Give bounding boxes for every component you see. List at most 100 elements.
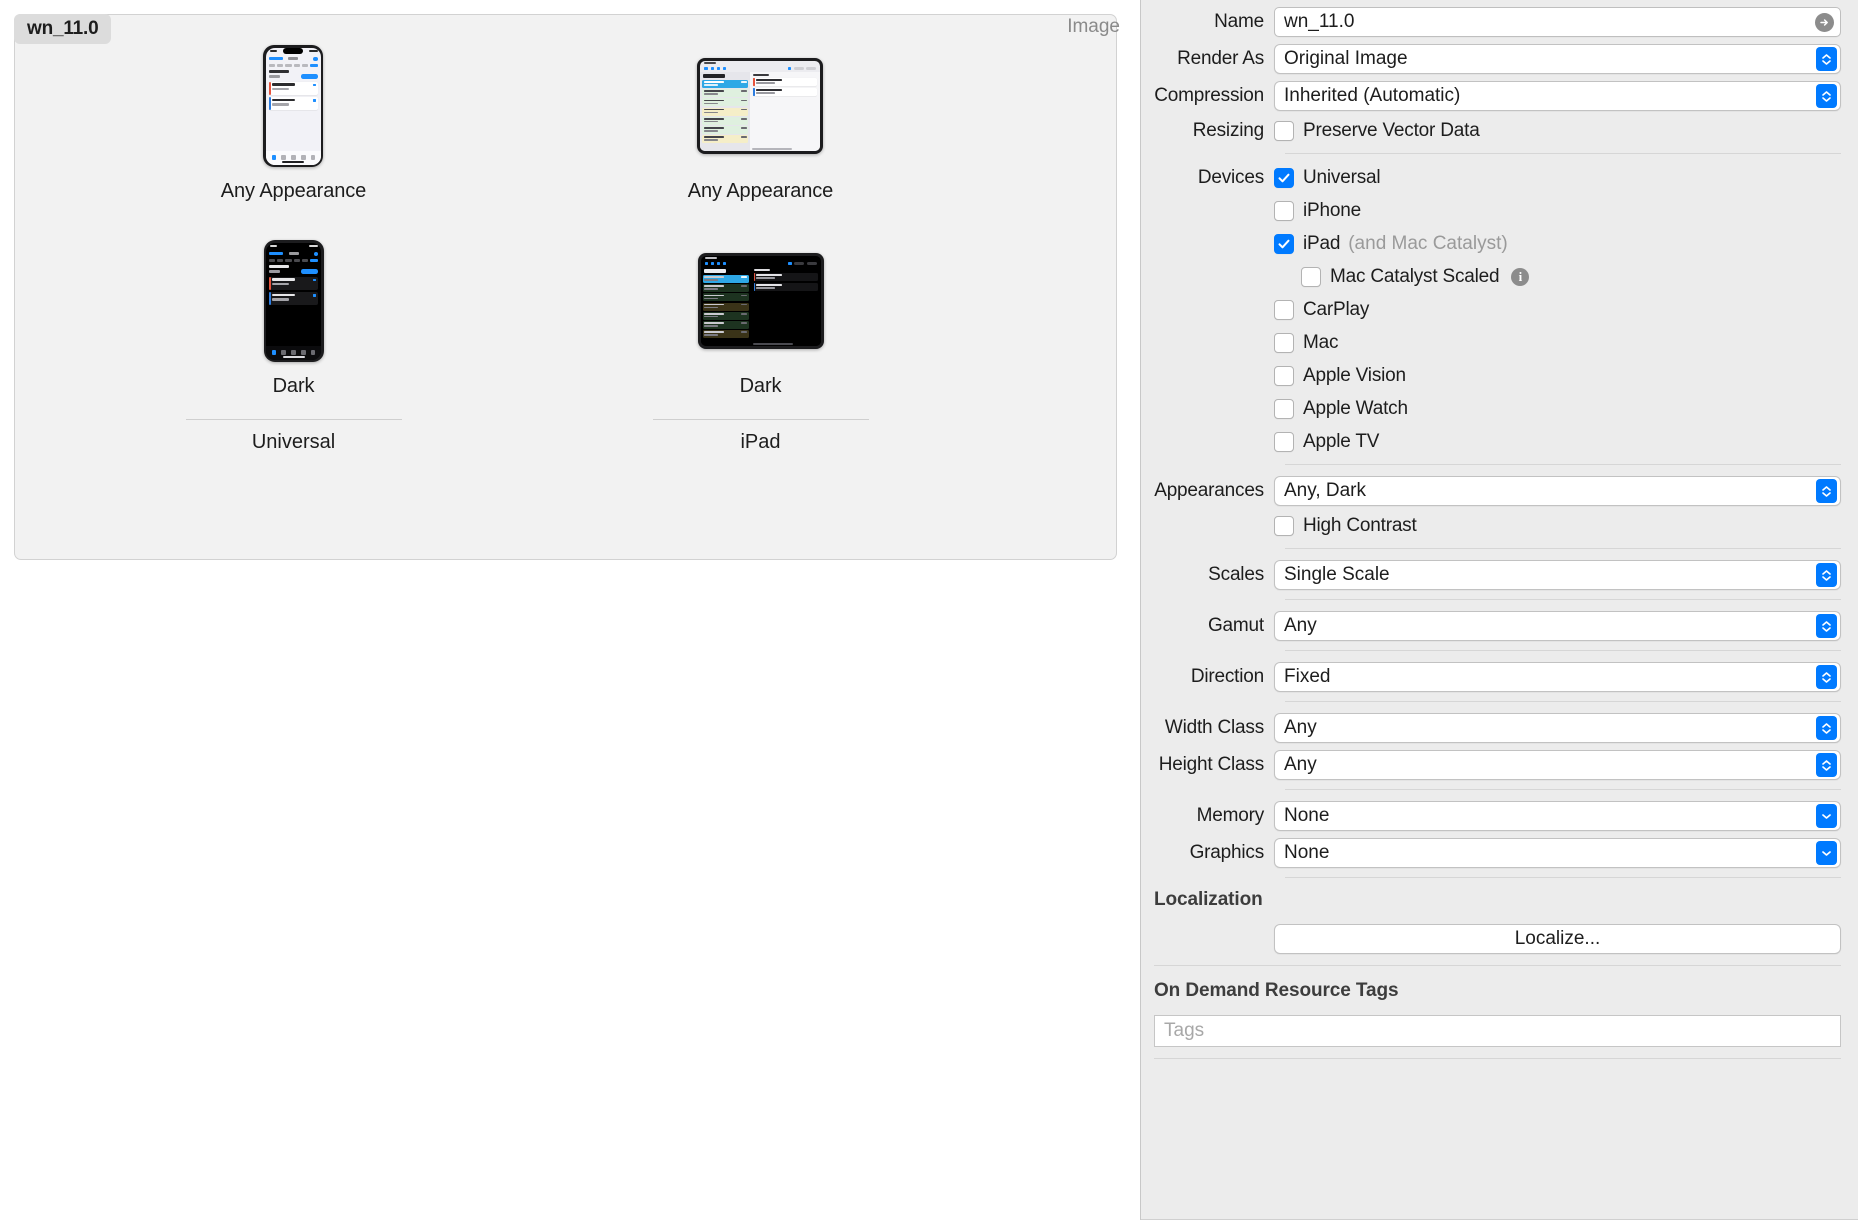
image-slot-ipad-dark[interactable]: Dark [697,241,824,398]
column-name-label: Universal [251,431,336,453]
image-slot-ipad-any[interactable]: Any Appearance [688,46,833,203]
row-resizing: Resizing Preserve Vector Data [1141,118,1858,144]
checkbox-icon[interactable] [1274,300,1294,320]
section-divider [1285,877,1841,878]
chevron-updown-icon[interactable] [1816,47,1837,71]
localize-button[interactable]: Localize... [1274,924,1841,954]
checkbox-icon[interactable] [1274,432,1294,452]
section-divider [1285,789,1841,790]
column-divider [652,419,869,420]
row-device-apple-vision: Apple Vision [1141,363,1858,389]
high-contrast-checkbox[interactable]: High Contrast [1274,515,1417,537]
row-width-class: Width Class Any [1141,713,1858,743]
chevron-updown-icon[interactable] [1816,753,1837,777]
device-label: Apple Watch [1303,398,1408,419]
checkbox-checked-icon[interactable] [1274,234,1294,254]
chevron-updown-icon[interactable] [1816,716,1837,740]
asset-kind-label: Image [1067,16,1120,37]
name-label: Name [1214,11,1264,32]
graphics-label: Graphics [1189,842,1265,863]
chevron-down-icon[interactable] [1816,841,1837,865]
chevron-updown-icon[interactable] [1816,665,1837,689]
slot-appearance-label: Dark [739,375,782,397]
chevron-updown-icon[interactable] [1816,563,1837,587]
row-device-mac: Mac [1141,330,1858,356]
height-class-select[interactable]: Any [1274,750,1841,780]
scales-select[interactable]: Single Scale [1274,560,1841,590]
graphics-select[interactable]: None [1274,838,1841,868]
device-checkbox-apple-watch[interactable]: Apple Watch [1274,398,1408,420]
device-checkbox-mac[interactable]: Mac [1274,332,1338,354]
slot-appearance-label: Any Appearance [687,180,834,202]
checkbox-icon[interactable] [1274,516,1294,536]
checkbox-icon[interactable] [1274,201,1294,221]
appearance-grid: Any Appearance Dark Universal Any Appear… [0,45,1140,454]
row-device-iphone: iPhone [1141,198,1858,224]
attributes-inspector: Name wn_11.0 Render As Original Image Co… [1140,0,1858,1220]
graphics-value: None [1284,842,1330,863]
checkbox-icon[interactable] [1274,333,1294,353]
checkbox-icon[interactable] [1274,366,1294,386]
chevron-updown-icon[interactable] [1816,84,1837,108]
device-label: Mac Catalyst Scaled [1330,266,1500,287]
checkbox-icon[interactable] [1301,267,1321,287]
device-checkbox-apple-vision[interactable]: Apple Vision [1274,365,1406,387]
chevron-updown-icon[interactable] [1816,614,1837,638]
render-as-select[interactable]: Original Image [1274,44,1841,74]
width-class-label: Width Class [1164,717,1264,738]
section-divider [1285,464,1841,465]
iphone-thumbnail-dark [263,240,324,362]
gamut-select[interactable]: Any [1274,611,1841,641]
compression-select[interactable]: Inherited (Automatic) [1274,81,1841,111]
chevron-down-icon[interactable] [1816,804,1837,828]
memory-select[interactable]: None [1274,801,1841,831]
direction-value: Fixed [1284,666,1331,687]
direction-select[interactable]: Fixed [1274,662,1841,692]
devices-label: Devices [1197,167,1264,188]
row-scales: Scales Single Scale [1141,560,1858,590]
xcode-asset-editor: wn_11.0 Image Any Appearance Dark Univer… [0,0,1858,1220]
image-slot-universal-dark[interactable]: Dark [263,240,324,398]
section-divider [1285,599,1841,600]
section-divider [1154,965,1841,966]
chevron-updown-icon[interactable] [1816,479,1837,503]
checkbox-checked-icon[interactable] [1274,168,1294,188]
device-checkbox-universal[interactable]: Universal [1274,167,1381,189]
device-checkbox-iphone[interactable]: iPhone [1274,200,1361,222]
reveal-arrow-icon[interactable] [1815,12,1834,32]
row-localize: Localize... [1141,924,1858,954]
row-direction: Direction Fixed [1141,662,1858,692]
name-input[interactable]: wn_11.0 [1274,7,1841,37]
compression-value: Inherited (Automatic) [1284,85,1461,106]
device-checkbox-ipad[interactable]: iPad (and Mac Catalyst) [1274,233,1508,255]
device-checkbox-mac-catalyst-scaled[interactable]: Mac Catalyst Scaled i [1301,266,1530,288]
appearances-select[interactable]: Any, Dark [1274,476,1841,506]
checkbox-icon[interactable] [1274,399,1294,419]
name-value: wn_11.0 [1284,11,1355,32]
device-checkbox-apple-tv[interactable]: Apple TV [1274,431,1379,453]
tags-input[interactable]: Tags [1154,1015,1841,1047]
checkbox-icon[interactable] [1274,121,1294,141]
device-label: Universal [1303,167,1381,188]
width-class-select[interactable]: Any [1274,713,1841,743]
iphone-thumbnail-light [263,45,324,167]
image-slot-universal-any[interactable]: Any Appearance [221,45,366,203]
device-label: CarPlay [1303,299,1370,320]
row-high-contrast: High Contrast [1141,513,1858,539]
preserve-vector-data-checkbox[interactable]: Preserve Vector Data [1274,120,1480,142]
info-icon[interactable]: i [1511,268,1530,286]
row-gamut: Gamut Any [1141,611,1858,641]
device-column-ipad: Any Appearance Dark iPad [527,46,994,454]
asset-name-tab[interactable]: wn_11.0 [14,14,112,44]
row-mac-catalyst-scaled: Mac Catalyst Scaled i [1141,264,1858,290]
row-device-carplay: CarPlay [1141,297,1858,323]
section-divider [1285,701,1841,702]
device-checkbox-carplay[interactable]: CarPlay [1274,299,1369,321]
section-divider [1154,1058,1841,1059]
row-render-as: Render As Original Image [1141,44,1858,74]
device-label: iPad [1303,233,1341,254]
scales-value: Single Scale [1284,564,1390,585]
asset-name-label: wn_11.0 [27,18,99,39]
row-name: Name wn_11.0 [1141,7,1858,37]
width-class-value: Any [1284,717,1317,738]
